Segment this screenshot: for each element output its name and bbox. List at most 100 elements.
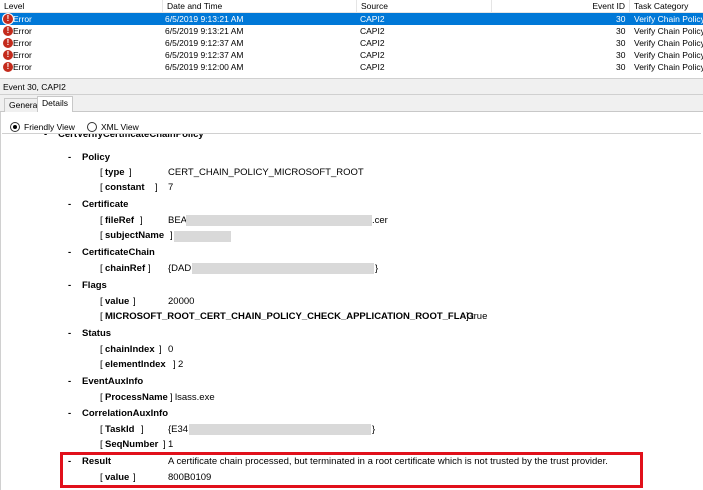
- bracket-close: ]: [141, 424, 144, 435]
- bracket-open: [: [100, 215, 103, 226]
- field-key-root-flag: MICROSOFT_ROOT_CERT_CHAIN_POLICY_CHECK_A…: [105, 311, 474, 322]
- event-source: CAPI2: [360, 50, 385, 60]
- event-id: 30: [616, 62, 626, 72]
- bracket-close: ]: [159, 344, 162, 355]
- bracket-close: ]: [466, 311, 469, 322]
- redaction-fileref: [186, 215, 372, 226]
- field-key-type: type: [105, 167, 125, 178]
- event-task-category: Verify Chain Policy: [634, 50, 703, 60]
- collapse-toggle[interactable]: -: [68, 328, 71, 340]
- error-icon: !: [3, 14, 13, 24]
- bracket-open: [: [100, 311, 103, 322]
- event-task-category: Verify Chain Policy: [634, 14, 703, 24]
- event-title: Event 30, CAPI2: [0, 78, 703, 95]
- field-key-fileref: fileRef: [105, 215, 135, 226]
- event-source: CAPI2: [360, 14, 385, 24]
- bracket-open: [: [100, 439, 103, 450]
- friendly-view-tree[interactable]: - CertVerifyCertificateChainPolicy - Pol…: [2, 133, 701, 490]
- result-highlight-box: [60, 452, 643, 488]
- field-value-processname: lsass.exe: [175, 392, 215, 403]
- field-key-seqnumber: SeqNumber: [105, 439, 159, 450]
- event-datetime: 6/5/2019 9:12:37 AM: [165, 38, 244, 48]
- bracket-open: [: [100, 296, 103, 307]
- column-header-source[interactable]: Source: [357, 0, 492, 13]
- event-id: 30: [616, 50, 626, 60]
- event-source: CAPI2: [360, 26, 385, 36]
- node-status-label: Status: [82, 328, 112, 339]
- collapse-toggle[interactable]: -: [68, 376, 71, 388]
- event-task-category: Verify Chain Policy: [634, 62, 703, 72]
- event-level: Error: [13, 62, 32, 72]
- bracket-close: ]: [133, 296, 136, 307]
- collapse-toggle[interactable]: -: [44, 134, 47, 141]
- bracket-open: [: [100, 392, 103, 403]
- node-certificatechain-label: CertificateChain: [82, 247, 155, 258]
- event-list[interactable]: Level Date and Time Source Event ID Task…: [0, 0, 703, 78]
- column-header-datetime[interactable]: Date and Time: [163, 0, 357, 13]
- xml-view-label: XML View: [101, 122, 139, 132]
- radio-unselected-indicator: [87, 122, 97, 132]
- event-datetime: 6/5/2019 9:12:37 AM: [165, 50, 244, 60]
- node-eventauxinfo-label: EventAuxInfo: [82, 376, 144, 387]
- radio-selected-indicator: [10, 122, 20, 132]
- event-id: 30: [616, 14, 626, 24]
- bracket-close: ]: [163, 439, 166, 450]
- collapse-toggle[interactable]: -: [68, 280, 71, 292]
- column-header-event-id[interactable]: Event ID: [492, 0, 630, 13]
- node-certificate-label: Certificate: [82, 199, 129, 210]
- event-task-category: Verify Chain Policy: [634, 26, 703, 36]
- bracket-close: ]: [129, 167, 132, 178]
- node-flags-label: Flags: [82, 280, 107, 291]
- field-key-constant: constant: [105, 182, 145, 193]
- tab-strip: General Details: [0, 95, 703, 113]
- event-row[interactable]: ! Error 6/5/2019 9:12:37 AM CAPI2 30 Ver…: [0, 37, 703, 49]
- column-header-level[interactable]: Level: [0, 0, 163, 13]
- field-value-root-flag: true: [471, 311, 488, 322]
- event-id: 30: [616, 38, 626, 48]
- event-datetime: 6/5/2019 9:13:21 AM: [165, 26, 244, 36]
- bracket-open: [: [100, 182, 103, 193]
- bracket-close: ]: [148, 263, 151, 274]
- bracket-open: [: [100, 263, 103, 274]
- event-row[interactable]: ! Error 6/5/2019 9:13:21 AM CAPI2 30 Ver…: [0, 25, 703, 37]
- event-source: CAPI2: [360, 38, 385, 48]
- event-level: Error: [13, 38, 32, 48]
- field-key-elementindex: elementIndex: [105, 359, 166, 370]
- event-level: Error: [13, 26, 32, 36]
- node-root-label: CertVerifyCertificateChainPolicy: [58, 133, 204, 140]
- field-value-taskid-prefix: {E34: [168, 424, 189, 435]
- field-key-processname: ProcessName: [105, 392, 168, 403]
- field-value-fileref-prefix: BEA: [168, 215, 188, 226]
- bracket-open: [: [100, 359, 103, 370]
- redaction-taskid: [189, 424, 371, 435]
- friendly-view-label: Friendly View: [24, 122, 75, 132]
- tab-details[interactable]: Details: [37, 96, 73, 113]
- event-datetime: 6/5/2019 9:12:00 AM: [165, 62, 244, 72]
- error-icon: !: [3, 26, 13, 36]
- event-row[interactable]: ! Error 6/5/2019 9:12:37 AM CAPI2 30 Ver…: [0, 49, 703, 61]
- field-key-taskid: TaskId: [105, 424, 135, 435]
- column-header-task-category[interactable]: Task Category: [630, 0, 703, 13]
- event-row[interactable]: ! Error 6/5/2019 9:12:00 AM CAPI2 30 Ver…: [0, 61, 703, 73]
- collapse-toggle[interactable]: -: [68, 408, 71, 420]
- collapse-toggle[interactable]: -: [68, 152, 71, 164]
- field-key-chainindex: chainIndex: [105, 344, 155, 355]
- field-key-value: value: [105, 296, 130, 307]
- field-value-flags: 20000: [168, 296, 195, 307]
- bracket-close: ]: [170, 392, 173, 403]
- grid-header: Level Date and Time Source Event ID Task…: [0, 0, 703, 13]
- event-task-category: Verify Chain Policy: [634, 38, 703, 48]
- error-icon: !: [3, 62, 13, 72]
- redaction-subjectname: [174, 231, 231, 242]
- field-value-chainref-suffix: }: [375, 263, 379, 274]
- field-value-elementindex: 2: [178, 359, 184, 370]
- error-icon: !: [3, 38, 13, 48]
- field-value-chainindex: 0: [168, 344, 174, 355]
- event-row[interactable]: ! Error 6/5/2019 9:13:21 AM CAPI2 30 Ver…: [0, 13, 703, 25]
- collapse-toggle[interactable]: -: [68, 199, 71, 211]
- bracket-close: ]: [170, 230, 173, 241]
- collapse-toggle[interactable]: -: [68, 247, 71, 259]
- event-source: CAPI2: [360, 62, 385, 72]
- bracket-open: [: [100, 167, 103, 178]
- field-value-chainref-prefix: {DAD: [168, 263, 192, 274]
